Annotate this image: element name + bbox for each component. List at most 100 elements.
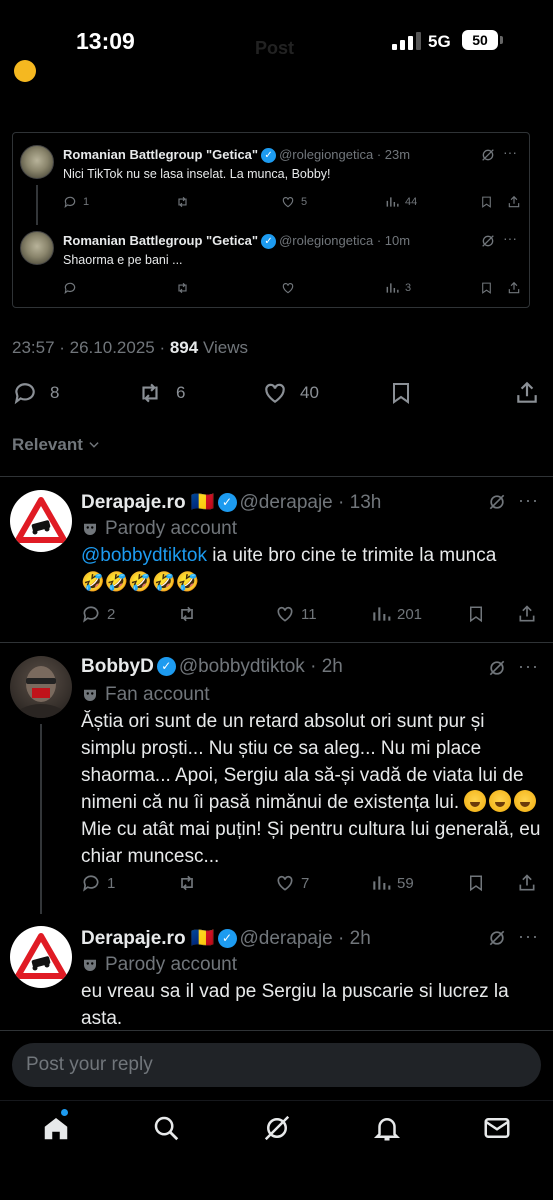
status-time: 13:09 <box>76 28 135 54</box>
bookmark-icon[interactable] <box>467 604 485 624</box>
notification-dot <box>61 1109 68 1116</box>
post-datetime: 23:57 · 26.10.2025 · <box>12 338 170 357</box>
author-line[interactable]: Derapaje.ro 🇷🇴 ✓ @derapaje · 2h <box>81 926 371 950</box>
views-icon <box>373 607 391 621</box>
views-icon <box>386 197 399 207</box>
network-type: 5G <box>428 32 451 51</box>
reply-icon <box>83 606 99 623</box>
like-action[interactable]: 40 <box>262 380 319 406</box>
reply-action[interactable]: 8 <box>12 380 59 406</box>
bookmark-icon[interactable] <box>389 380 413 406</box>
nav-grok[interactable] <box>262 1113 292 1143</box>
header-title-behind: Post <box>255 38 295 58</box>
sort-replies-dropdown[interactable]: Relevant <box>12 435 101 455</box>
views-action[interactable]: 3 <box>385 281 411 295</box>
grok-icon[interactable] <box>487 928 507 948</box>
account-label-text: Parody account <box>105 954 238 975</box>
reply-tweet[interactable]: Derapaje.ro 🇷🇴 ✓ @derapaje · 13h ··· Parod… <box>0 476 553 642</box>
views-icon <box>373 876 391 890</box>
reply-action[interactable]: 1 <box>81 873 115 893</box>
like-count: 7 <box>301 874 310 892</box>
reply-text: @bobbydtiktok ia uite bro cine te trimit… <box>81 542 541 596</box>
emoji-partial-icon <box>14 60 36 82</box>
verified-badge-icon: ✓ <box>156 657 176 677</box>
warning-sign-logo <box>15 497 67 543</box>
grok-icon[interactable] <box>487 492 507 512</box>
mask-icon <box>84 689 96 701</box>
reply-action[interactable]: 2 <box>81 604 115 624</box>
share-icon[interactable] <box>507 195 521 209</box>
like-action[interactable]: 11 <box>275 604 317 624</box>
reply-count: 8 <box>50 383 60 402</box>
retweet-action[interactable] <box>175 195 190 209</box>
author-name[interactable]: Romanian Battlegroup "Getica" ✓ @rolegiong… <box>63 233 410 250</box>
chevron-down-icon <box>89 442 99 448</box>
more-options-icon[interactable]: ··· <box>503 230 517 246</box>
more-options-icon[interactable]: ··· <box>503 144 517 160</box>
like-icon <box>282 283 294 294</box>
post-text: Shaorma e pe bani ... <box>63 253 183 267</box>
reply-tweet[interactable]: BobbyD ✓ @bobbydtiktok · 2h ··· Fan accoun… <box>0 642 553 914</box>
retweet-action[interactable] <box>176 604 198 624</box>
warning-sign-logo <box>15 933 67 979</box>
views-action[interactable]: 44 <box>385 195 417 209</box>
author-name[interactable]: Romanian Battlegroup "Getica" ✓ @rolegiong… <box>63 147 410 164</box>
like-icon <box>277 606 293 622</box>
share-icon[interactable] <box>517 604 537 624</box>
mention-link[interactable]: @bobbydtiktok <box>81 545 207 566</box>
signal-icon <box>392 32 422 50</box>
account-label-text: Parody account <box>105 518 238 539</box>
reply-body: ia uite bro cine te trimite la munca <box>206 545 497 566</box>
retweet-action[interactable] <box>175 281 190 295</box>
more-options-icon[interactable]: ··· <box>518 656 539 677</box>
avatar[interactable] <box>20 145 54 179</box>
grok-icon[interactable] <box>480 147 496 163</box>
author-name[interactable]: Derapaje.ro <box>81 492 186 513</box>
avatar[interactable] <box>10 926 72 988</box>
battery-icon: 50 <box>462 30 498 50</box>
author-line[interactable]: Derapaje.ro 🇷🇴 ✓ @derapaje · 13h <box>81 490 381 514</box>
author-line[interactable]: BobbyD ✓ @bobbydtiktok · 2h <box>81 656 343 678</box>
quoted-thread[interactable]: Romanian Battlegroup "Getica" ✓ @rolegiong… <box>12 132 530 308</box>
views-action[interactable]: 201 <box>371 604 422 624</box>
author-name[interactable]: BobbyD <box>81 656 154 677</box>
views-action[interactable]: 59 <box>371 873 414 893</box>
share-icon[interactable] <box>517 873 537 893</box>
author-name[interactable]: Derapaje.ro <box>81 928 186 949</box>
like-action[interactable] <box>281 281 295 295</box>
bottom-nav <box>0 1100 553 1200</box>
account-label: Parody account <box>81 954 237 976</box>
retweet-icon <box>181 875 193 891</box>
author-handle: @rolegiongetica <box>279 233 374 248</box>
reply-input[interactable] <box>12 1043 541 1087</box>
retweet-action[interactable] <box>176 873 198 893</box>
nav-search[interactable] <box>151 1113 181 1143</box>
avatar[interactable] <box>10 490 72 552</box>
nav-messages[interactable] <box>482 1113 512 1143</box>
grok-icon[interactable] <box>487 658 507 678</box>
bookmark-icon[interactable] <box>467 873 485 893</box>
reply-tweet[interactable]: Derapaje.ro 🇷🇴 ✓ @derapaje · 2h ··· Parody… <box>0 912 553 1030</box>
bookmark-icon[interactable] <box>480 195 493 209</box>
retweet-action[interactable]: 6 <box>136 380 185 406</box>
bookmark-icon[interactable] <box>480 281 493 295</box>
views-label: Views <box>202 338 248 357</box>
avatar[interactable] <box>20 231 54 265</box>
verified-badge-icon: ✓ <box>217 493 237 513</box>
reply-action[interactable] <box>63 281 77 295</box>
nav-notifications[interactable] <box>372 1113 402 1143</box>
grok-icon[interactable] <box>480 233 496 249</box>
like-action[interactable]: 5 <box>281 195 307 209</box>
retweet-icon <box>178 282 187 294</box>
share-icon[interactable] <box>514 380 540 406</box>
nav-home[interactable] <box>41 1109 71 1143</box>
mask-icon <box>84 523 96 535</box>
like-action[interactable]: 7 <box>275 873 309 893</box>
share-icon[interactable] <box>507 281 521 295</box>
more-options-icon[interactable]: ··· <box>518 490 539 511</box>
avatar[interactable] <box>10 656 72 718</box>
more-options-icon[interactable]: ··· <box>518 926 539 947</box>
reply-action[interactable]: 1 <box>63 195 89 209</box>
reply-text: eu vreau sa il vad pe Sergiu la puscarie… <box>81 981 509 1029</box>
like-icon <box>282 197 294 208</box>
